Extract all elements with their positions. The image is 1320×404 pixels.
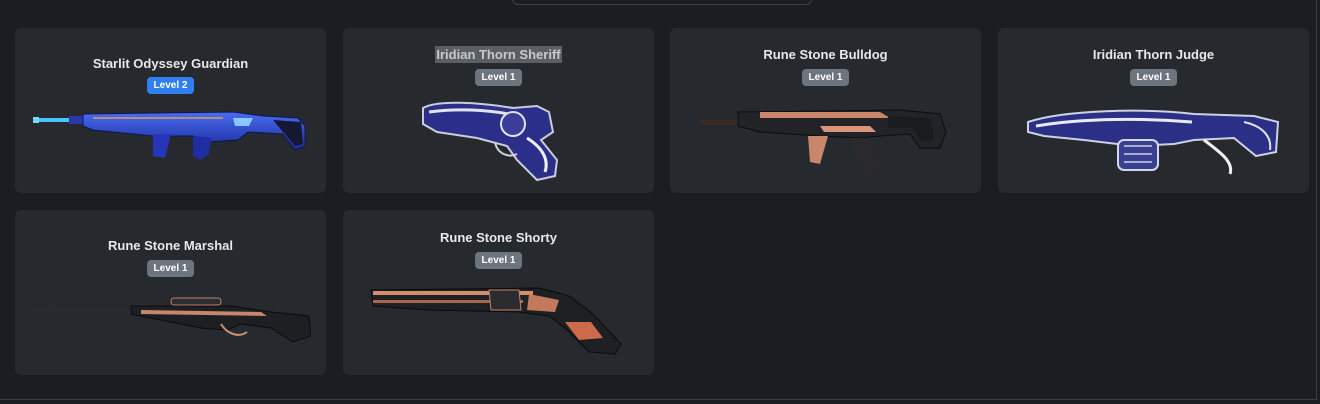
level-badge: Level 1 [801, 69, 850, 86]
search-input[interactable] [512, 0, 812, 5]
skin-card-sheriff[interactable]: Iridian Thorn Sheriff Level 1 [343, 28, 654, 193]
skin-name: Rune Stone Marshal [108, 238, 233, 253]
level-badge: Level 1 [1129, 69, 1178, 86]
guardian-rifle-icon [33, 111, 306, 160]
skin-card-guardian[interactable]: Starlit Odyssey Guardian Level 2 [15, 28, 326, 193]
skin-name: Starlit Odyssey Guardian [92, 56, 249, 71]
level-badge: Level 2 [146, 77, 195, 94]
level-badge: Level 1 [474, 69, 523, 86]
skin-name: Rune Stone Bulldog [763, 47, 888, 62]
bulldog-rifle-icon [700, 109, 947, 176]
shorty-shotgun-icon [370, 287, 622, 355]
skin-name: Iridian Thorn Sheriff [343, 46, 654, 63]
skin-card-shorty[interactable]: Rune Stone Shorty Level 1 [343, 210, 654, 375]
skin-card-judge[interactable]: Iridian Thorn Judge Level 1 [998, 28, 1309, 193]
level-badge: Level 1 [146, 260, 195, 277]
skin-name-text: Iridian Thorn Sheriff [435, 46, 562, 63]
panel-border-right [1316, 0, 1317, 400]
panel-border-bottom [0, 399, 1316, 400]
level-badge: Level 1 [474, 252, 523, 269]
skin-card-bulldog[interactable]: Rune Stone Bulldog Level 1 [670, 28, 981, 193]
sheriff-pistol-icon [422, 101, 559, 182]
skin-card-marshal[interactable]: Rune Stone Marshal Level 1 [15, 210, 326, 375]
skin-name: Iridian Thorn Judge [1092, 47, 1215, 62]
judge-shotgun-icon [1027, 109, 1280, 175]
marshal-sniper-icon [31, 297, 311, 343]
skin-name: Rune Stone Shorty [439, 230, 557, 245]
